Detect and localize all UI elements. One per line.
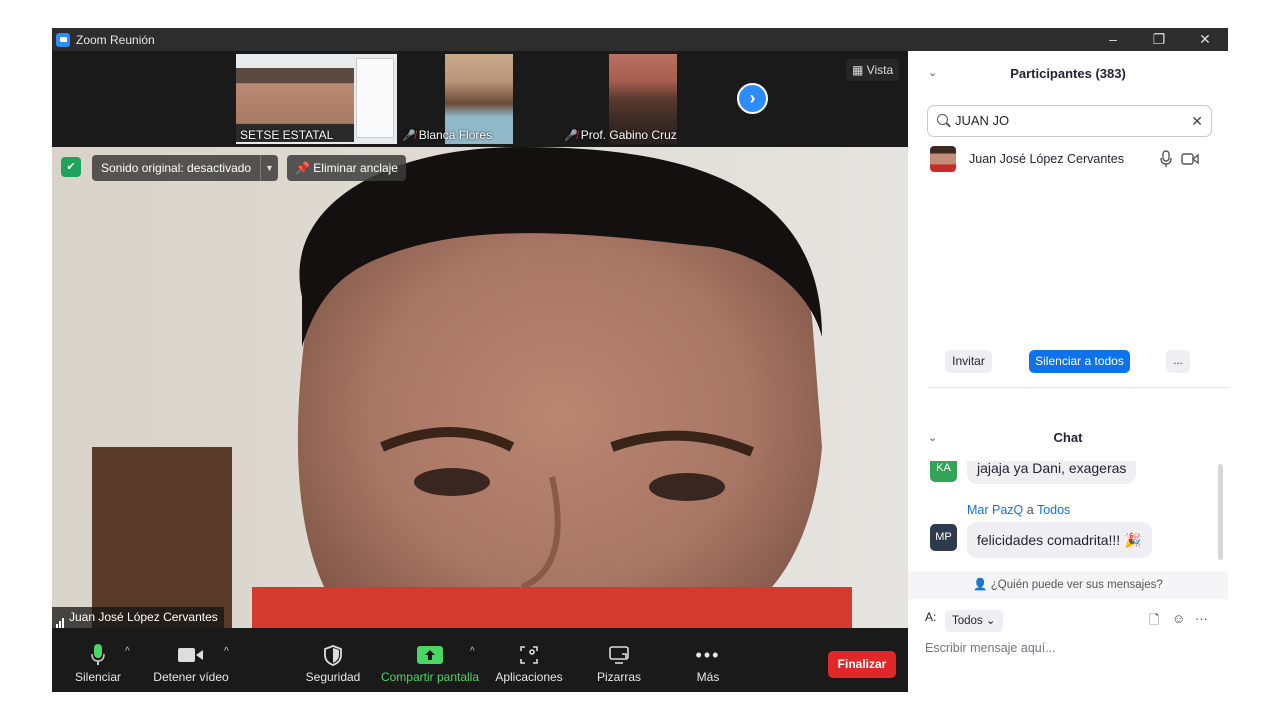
- thumbnail-strip: SETSE ESTATAL 🎤̸ Blanca Flores 🎤̸ Prof. Ga…: [52, 51, 908, 147]
- shield-icon: [305, 642, 361, 668]
- apps-icon: [494, 642, 564, 668]
- participant-thumbnail[interactable]: 🎤̸ Prof. Gabino Cruz: [560, 54, 723, 144]
- more-button[interactable]: ••• Más: [692, 642, 724, 685]
- chat-title: Chat: [1053, 430, 1083, 445]
- zoom-window: Zoom Reunión – ❐ ✕ SETSE ESTATAL 🎤̸ Blanc…: [52, 28, 1228, 692]
- minimize-button[interactable]: –: [1090, 28, 1136, 51]
- camera-icon[interactable]: [1181, 152, 1199, 170]
- apps-button[interactable]: Aplicaciones: [494, 642, 564, 684]
- sender-name[interactable]: Mar PazQ: [967, 503, 1023, 517]
- who-can-see-link[interactable]: 👤 ¿Quién puede ver sus mensajes?: [908, 571, 1228, 599]
- next-page-button[interactable]: ›: [737, 83, 768, 114]
- zoom-logo-icon: [56, 32, 70, 47]
- pin-icon: 📌: [295, 161, 314, 175]
- participant-search-input[interactable]: JUAN JO ✕: [927, 105, 1212, 137]
- emoji-icon[interactable]: ☺: [1172, 611, 1185, 626]
- mute-options-caret[interactable]: ^: [125, 646, 130, 657]
- avatar: MP: [930, 524, 957, 551]
- chat-scrollbar[interactable]: [1218, 464, 1223, 560]
- original-sound-button[interactable]: Sonido original: desactivado: [92, 155, 261, 181]
- whiteboards-button[interactable]: Pizarras: [596, 642, 642, 684]
- muted-mic-icon: 🎤̸: [564, 130, 578, 142]
- main-speaker-video: ✔ Sonido original: desactivado ▼ 📌 Elimi…: [52, 147, 908, 628]
- chat-messages: KA jajaja ya Dani, exageras Mar PazQ a T…: [908, 461, 1228, 569]
- thumbnail-name: Prof. Gabino Cruz: [580, 128, 677, 142]
- whiteboard-icon: [596, 642, 642, 668]
- microphone-icon: [74, 642, 122, 668]
- recipient-select[interactable]: Todos ⌄: [945, 610, 1003, 632]
- chat-message-input[interactable]: Escribir mensaje aquí...: [925, 641, 1056, 655]
- file-icon[interactable]: 🗋: [1149, 611, 1159, 633]
- screen-document-image: [356, 58, 394, 138]
- chat-message: jajaja ya Dani, exageras: [967, 461, 1137, 484]
- grid-icon: ▦: [852, 63, 867, 77]
- share-options-caret[interactable]: ^: [470, 646, 475, 657]
- close-button[interactable]: ✕: [1182, 28, 1228, 51]
- share-screen-button[interactable]: Compartir pantalla: [380, 642, 480, 684]
- participant-thumbnail[interactable]: SETSE ESTATAL: [236, 54, 397, 144]
- divider: [928, 387, 1228, 388]
- right-sidebar: ⌄ Participantes (383) JUAN JO ✕ Juan Jos…: [908, 51, 1228, 692]
- ellipsis-icon: •••: [695, 644, 721, 665]
- security-shield-icon[interactable]: ✔: [61, 157, 81, 177]
- camera-icon: [153, 642, 229, 668]
- avatar: [930, 146, 956, 172]
- thumbnail-name: Blanca Flores: [418, 128, 493, 142]
- chevron-down-icon[interactable]: ▼: [260, 155, 278, 181]
- mute-button[interactable]: Silenciar: [74, 642, 122, 684]
- muted-mic-icon: 🎤̸: [402, 130, 416, 142]
- invite-button[interactable]: Invitar: [945, 350, 992, 373]
- video-area: SETSE ESTATAL 🎤̸ Blanca Flores 🎤̸ Prof. Ga…: [52, 51, 908, 628]
- more-options-icon[interactable]: ···: [1195, 611, 1208, 626]
- stop-video-button[interactable]: Detener vídeo: [153, 642, 229, 684]
- restore-button[interactable]: ❐: [1136, 28, 1182, 51]
- view-button[interactable]: ▦ Vista: [846, 59, 900, 81]
- chat-message: felicidades comadrita!!! 🎉: [967, 522, 1152, 558]
- end-meeting-button[interactable]: Finalizar: [828, 651, 896, 678]
- thumbnail-name: SETSE ESTATAL: [240, 128, 334, 142]
- speaker-name-label: Juan José López Cervantes: [52, 607, 224, 628]
- person-lock-icon: 👤: [973, 579, 988, 591]
- participant-name: Juan José López Cervantes: [969, 152, 1124, 166]
- recipient-name[interactable]: Todos: [1037, 503, 1070, 517]
- search-icon: [937, 114, 948, 125]
- message-sender-line: Mar PazQ a Todos: [967, 503, 1071, 517]
- participant-thumbnail[interactable]: 🎤̸ Blanca Flores: [398, 54, 559, 144]
- to-label: A:: [925, 610, 937, 624]
- clear-search-icon[interactable]: ✕: [1191, 106, 1203, 136]
- avatar: KA: [930, 461, 957, 482]
- unpin-button[interactable]: 📌 Eliminar anclaje: [287, 155, 406, 181]
- chevron-down-icon: ⌄: [985, 615, 996, 627]
- participants-title: Participantes (383): [1010, 66, 1126, 81]
- video-options-caret[interactable]: ^: [224, 646, 229, 657]
- participants-more-button[interactable]: ...: [1166, 350, 1190, 373]
- meeting-toolbar: Silenciar ^ Detener vídeo ^ Seguridad Co…: [52, 628, 908, 692]
- speaker-video-image: [52, 147, 908, 628]
- window-title: Zoom Reunión: [76, 32, 155, 47]
- title-bar: Zoom Reunión – ❐ ✕: [52, 28, 1228, 51]
- microphone-icon[interactable]: [1160, 150, 1172, 173]
- signal-bars-icon: [56, 607, 65, 628]
- mute-all-button[interactable]: Silenciar a todos: [1029, 350, 1130, 373]
- participant-row[interactable]: Juan José López Cervantes: [930, 146, 1220, 174]
- share-arrow-icon: [380, 642, 480, 668]
- participants-header: ⌄ Participantes (383): [908, 51, 1228, 93]
- security-button[interactable]: Seguridad: [305, 642, 361, 684]
